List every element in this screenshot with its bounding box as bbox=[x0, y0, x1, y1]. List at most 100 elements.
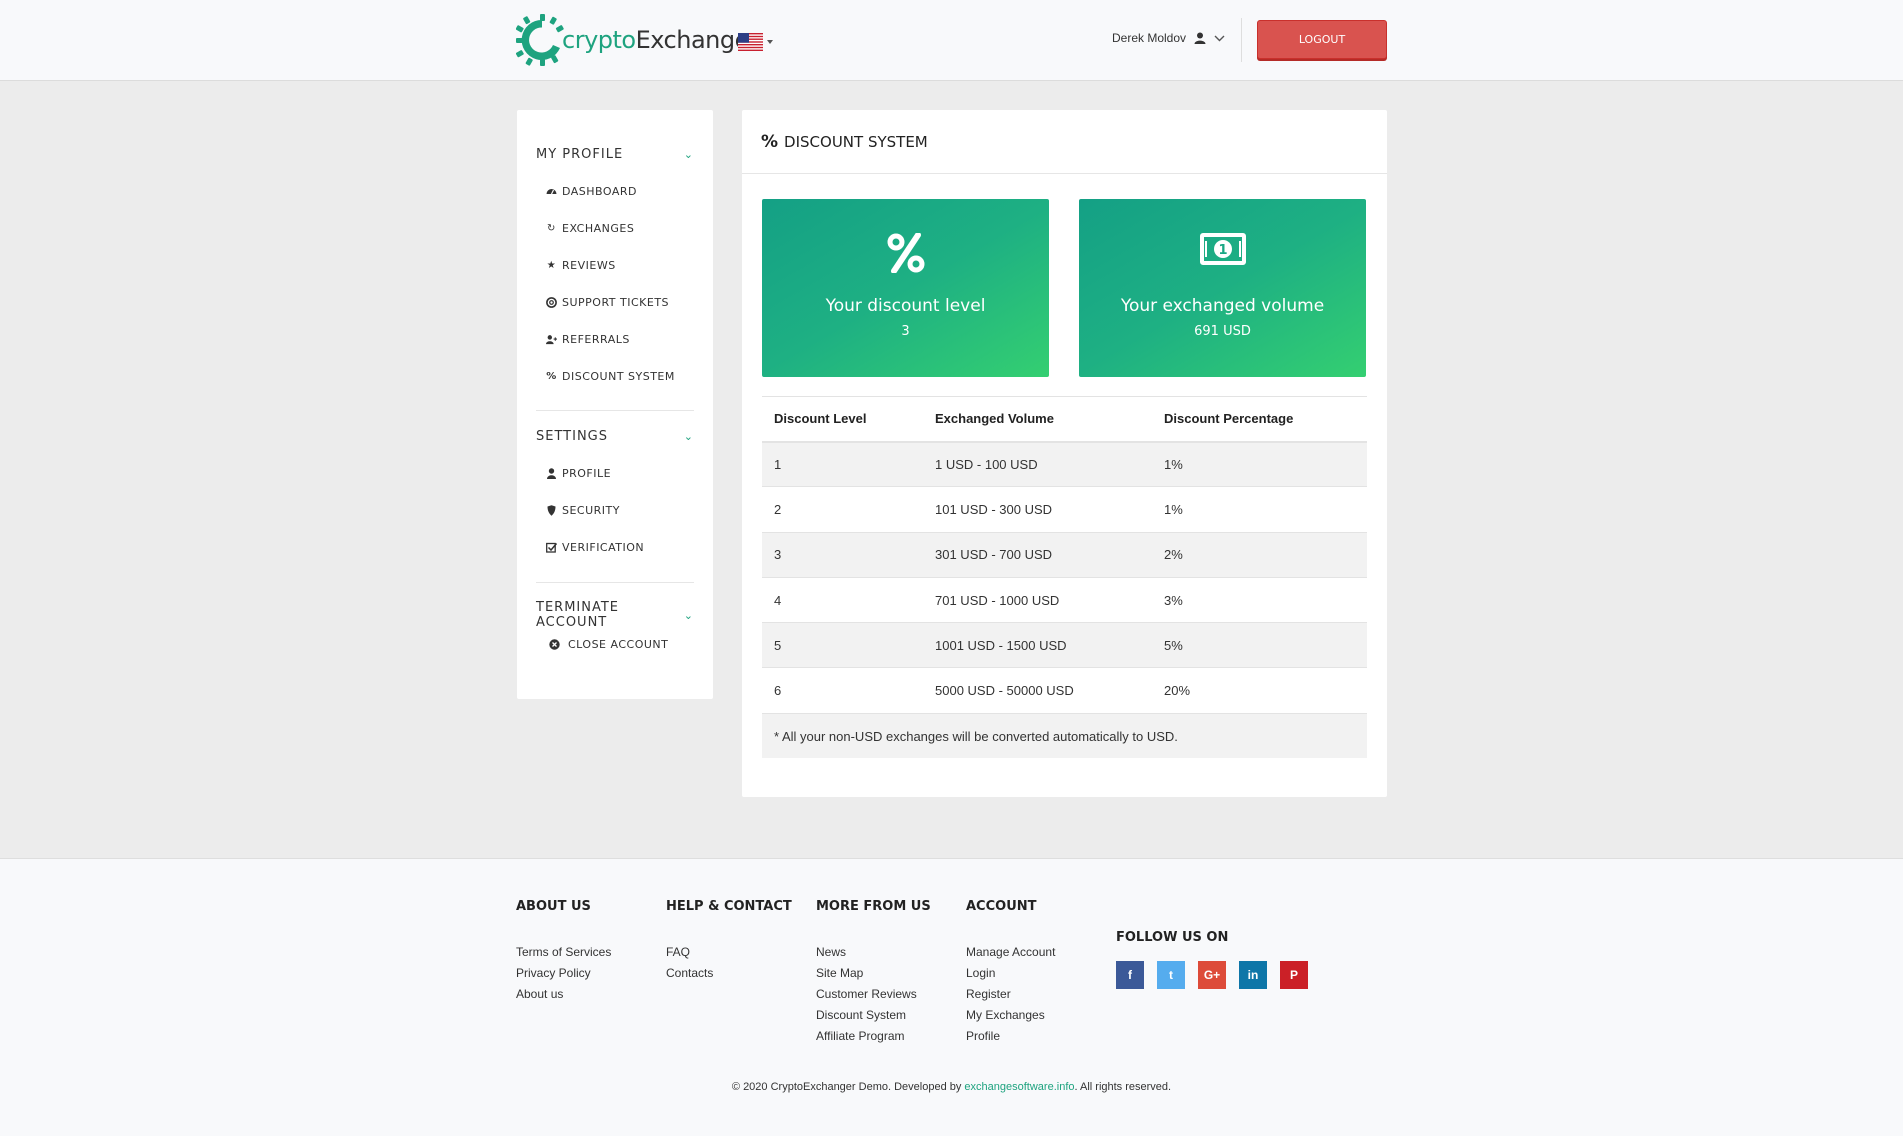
discount-level-value: 3 bbox=[901, 324, 910, 339]
table-row: 2 101 USD - 300 USD 1% bbox=[762, 486, 1367, 533]
language-selector[interactable] bbox=[738, 33, 773, 51]
footer-link-profile[interactable]: Profile bbox=[966, 1026, 1116, 1047]
footer-link-site-map[interactable]: Site Map bbox=[816, 963, 966, 984]
section-title: MY PROFILE bbox=[536, 147, 624, 162]
percent-icon: % bbox=[546, 371, 557, 382]
sidebar-section-my-profile[interactable]: MY PROFILE ⌄ bbox=[536, 147, 694, 162]
times-circle-icon bbox=[549, 639, 560, 650]
star-icon: ★ bbox=[546, 260, 557, 271]
chevron-down-icon bbox=[767, 40, 773, 44]
sidebar-section-settings[interactable]: SETTINGS ⌄ bbox=[536, 429, 694, 444]
footer-column-about: ABOUT US Terms of Services Privacy Polic… bbox=[516, 899, 666, 1005]
facebook-icon[interactable]: f bbox=[1116, 961, 1144, 989]
user-plus-icon bbox=[546, 334, 557, 345]
table-cell: 4 bbox=[762, 576, 923, 623]
table-row: 4 701 USD - 1000 USD 3% bbox=[762, 576, 1367, 623]
tile-title: Your exchanged volume bbox=[1120, 296, 1325, 316]
table-row: 3 301 USD - 700 USD 2% bbox=[762, 531, 1367, 578]
footer-link-register[interactable]: Register bbox=[966, 984, 1116, 1005]
sidebar-item-discount-system[interactable]: % DISCOUNT SYSTEM bbox=[546, 370, 675, 383]
column-header: Exchanged Volume bbox=[923, 396, 1152, 443]
lifebuoy-icon bbox=[546, 297, 557, 308]
money-icon: 1 bbox=[1079, 233, 1366, 265]
google-plus-icon[interactable]: G+ bbox=[1198, 961, 1226, 989]
table-cell: 3% bbox=[1152, 576, 1367, 623]
tile-title: Your discount level bbox=[825, 296, 986, 316]
footer-heading: ABOUT US bbox=[516, 899, 591, 914]
footer-column-account: ACCOUNT Manage Account Login Register My… bbox=[966, 899, 1116, 1047]
sidebar-item-exchanges[interactable]: ↻ EXCHANGES bbox=[546, 222, 634, 235]
discount-level-tile: Your discount level 3 bbox=[762, 199, 1049, 377]
twitter-icon[interactable]: t bbox=[1157, 961, 1185, 989]
follow-us: FOLLOW US ON f t G+ in P bbox=[1116, 930, 1308, 989]
brand-name: cryptoExchanger bbox=[562, 26, 759, 54]
table-cell: 5% bbox=[1152, 622, 1367, 668]
sidebar-item-support-tickets[interactable]: SUPPORT TICKETS bbox=[546, 296, 669, 309]
footer-link-affiliate[interactable]: Affiliate Program bbox=[816, 1026, 966, 1047]
table-cell: 1 USD - 100 USD bbox=[923, 440, 1152, 487]
footer-link-customer-reviews[interactable]: Customer Reviews bbox=[816, 984, 966, 1005]
sidebar-item-close-account[interactable]: CLOSE ACCOUNT bbox=[549, 638, 668, 651]
pinterest-icon[interactable]: P bbox=[1280, 961, 1308, 989]
logo-gear-icon bbox=[516, 14, 564, 66]
svg-text:1: 1 bbox=[1218, 243, 1227, 258]
sidebar-section-terminate-account[interactable]: TERMINATE ACCOUNT ⌄ bbox=[536, 600, 694, 630]
footer-link-terms[interactable]: Terms of Services bbox=[516, 942, 666, 963]
refresh-icon: ↻ bbox=[547, 223, 556, 234]
brand-logo[interactable]: cryptoExchanger bbox=[516, 13, 759, 67]
sidebar-item-dashboard[interactable]: DASHBOARD bbox=[546, 185, 637, 198]
sidebar-item-reviews[interactable]: ★ REVIEWS bbox=[546, 259, 616, 272]
footer-heading: ACCOUNT bbox=[966, 899, 1037, 914]
footer-column-help: HELP & CONTACT FAQ Contacts bbox=[666, 899, 816, 984]
sidebar-item-label: DASHBOARD bbox=[562, 185, 638, 198]
percent-icon bbox=[762, 233, 1049, 273]
linkedin-icon[interactable]: in bbox=[1239, 961, 1267, 989]
sidebar-item-label: SECURITY bbox=[562, 504, 620, 517]
shield-icon bbox=[546, 505, 557, 516]
sidebar-item-referrals[interactable]: REFERRALS bbox=[546, 333, 630, 346]
sidebar-item-security[interactable]: SECURITY bbox=[546, 504, 620, 517]
footer-link-news[interactable]: News bbox=[816, 942, 966, 963]
sidebar-item-label: PROFILE bbox=[562, 467, 612, 480]
user-menu[interactable]: Derek Moldov bbox=[1112, 31, 1225, 45]
footer-heading: HELP & CONTACT bbox=[666, 899, 792, 914]
exchanged-volume-value: 691 USD bbox=[1194, 324, 1251, 339]
footer-link-login[interactable]: Login bbox=[966, 963, 1116, 984]
column-header: Discount Percentage bbox=[1152, 396, 1367, 443]
account-sidebar: MY PROFILE ⌄ DASHBOARD ↻ EXCHANGES ★ REV… bbox=[517, 110, 713, 699]
table-cell: 1001 USD - 1500 USD bbox=[923, 622, 1152, 668]
sidebar-item-label: VERIFICATION bbox=[562, 541, 645, 554]
table-cell: 5000 USD - 50000 USD bbox=[923, 667, 1152, 714]
discount-system-card: % DISCOUNT SYSTEM Your discount level 3 … bbox=[742, 110, 1387, 797]
footer-link-about[interactable]: About us bbox=[516, 984, 666, 1005]
sidebar-item-verification[interactable]: VERIFICATION bbox=[546, 541, 644, 554]
user-icon bbox=[546, 468, 557, 479]
sidebar-item-profile[interactable]: PROFILE bbox=[546, 467, 611, 480]
site-footer: ABOUT US Terms of Services Privacy Polic… bbox=[0, 858, 1903, 1136]
footer-link-faq[interactable]: FAQ bbox=[666, 942, 816, 963]
footer-link-discount-system[interactable]: Discount System bbox=[816, 1005, 966, 1026]
footer-link-privacy[interactable]: Privacy Policy bbox=[516, 963, 666, 984]
footer-link-manage-account[interactable]: Manage Account bbox=[966, 942, 1116, 963]
developer-link[interactable]: exchangesoftware.info bbox=[964, 1081, 1074, 1093]
user-icon bbox=[1194, 32, 1206, 44]
table-cell: 20% bbox=[1152, 667, 1367, 714]
footer-link-my-exchanges[interactable]: My Exchanges bbox=[966, 1005, 1116, 1026]
footer-link-contacts[interactable]: Contacts bbox=[666, 963, 816, 984]
section-title: TERMINATE ACCOUNT bbox=[536, 600, 620, 630]
sidebar-item-label: EXCHANGES bbox=[562, 222, 635, 235]
table-row: 5 1001 USD - 1500 USD 5% bbox=[762, 622, 1367, 668]
table-cell: 701 USD - 1000 USD bbox=[923, 576, 1152, 623]
footer-heading: MORE FROM US bbox=[816, 899, 931, 914]
sidebar-item-label: SUPPORT TICKETS bbox=[562, 296, 670, 309]
social-links: f t G+ in P bbox=[1116, 961, 1308, 989]
table-cell: 1% bbox=[1152, 486, 1367, 533]
logout-button[interactable]: LOGOUT bbox=[1257, 20, 1387, 59]
footer-heading: FOLLOW US ON bbox=[1116, 930, 1229, 945]
copyright: © 2020 CryptoExchanger Demo. Developed b… bbox=[0, 1081, 1903, 1093]
chevron-down-icon bbox=[1214, 35, 1225, 41]
header-divider bbox=[1241, 18, 1242, 62]
exchanged-volume-tile: 1 Your exchanged volume 691 USD bbox=[1079, 199, 1366, 377]
table-row: 1 1 USD - 100 USD 1% bbox=[762, 440, 1367, 487]
us-flag-icon bbox=[738, 33, 763, 51]
